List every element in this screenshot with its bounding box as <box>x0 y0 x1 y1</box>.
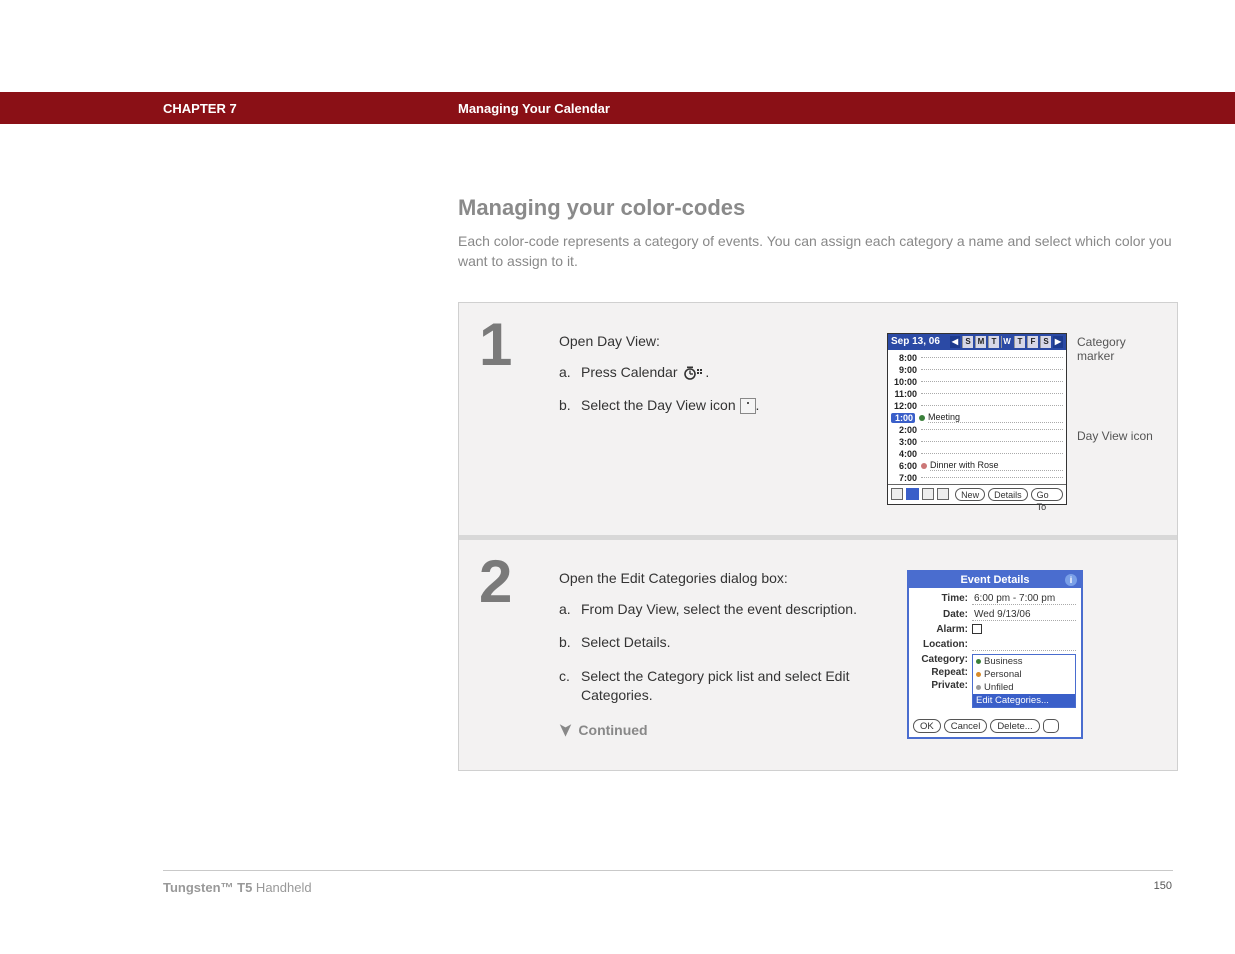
day-cell-s2: S <box>1040 336 1051 348</box>
day-cell-t2: T <box>1014 336 1025 348</box>
pick-option-unfiled: Unfiled <box>973 681 1075 694</box>
day-cell-w: W <box>1001 336 1012 348</box>
callout-dayview-icon: Day View icon <box>1077 429 1153 443</box>
category-marker-icon <box>919 415 925 421</box>
event-details-buttons: OK Cancel Delete... <box>909 715 1081 737</box>
category-marker-icon <box>921 463 927 469</box>
step-1-item-a: a. Press Calendar <box>559 363 869 383</box>
pick-option-business: Business <box>973 655 1075 668</box>
step-number: 2 <box>479 555 539 609</box>
pick-option-personal: Personal <box>973 668 1075 681</box>
ok-button: OK <box>913 719 941 733</box>
step-2-text: Open the Edit Categories dialog box: a.F… <box>559 570 869 740</box>
step-number-cell: 1 <box>459 303 559 535</box>
header-title: Managing Your Calendar <box>458 101 610 116</box>
day-view-toolbar-icon <box>906 488 918 500</box>
step-2: 2 Open the Edit Categories dialog box: a… <box>459 535 1177 770</box>
step-2-intro: Open the Edit Categories dialog box: <box>559 570 869 586</box>
alarm-checkbox <box>972 624 982 634</box>
cancel-button: Cancel <box>944 719 988 733</box>
step-number-cell: 2 <box>459 540 559 770</box>
event-meeting: Meeting <box>928 412 1063 423</box>
event-details-screenshot-column: Event Details i Time:6:00 pm - 7:00 pm D… <box>887 570 1157 740</box>
day-view-screen: Sep 13, 06 ◀ S M T W T F S ▶ <box>887 333 1067 505</box>
day-cell-s: S <box>962 336 973 348</box>
step-2-item-a: a.From Day View, select the event descri… <box>559 600 869 620</box>
callout-category-marker: Category marker <box>1077 335 1157 364</box>
step-number: 1 <box>479 318 539 372</box>
continued-label: Continued <box>578 722 647 738</box>
event-dinner: Dinner with Rose <box>930 460 1063 471</box>
continued-arrow-icon: ➤ <box>556 723 576 736</box>
continued-row: ➤ Continued <box>559 720 869 740</box>
location-value <box>972 638 1076 651</box>
calendar-icon <box>683 366 703 380</box>
month-view-icon <box>937 488 949 500</box>
day-cell-t: T <box>988 336 999 348</box>
agenda-view-icon <box>891 488 903 500</box>
event-details-titlebar: Event Details i <box>909 572 1081 588</box>
step-2-item-b: b.Select Details. <box>559 633 869 653</box>
category-picklist: Business Personal Unfiled Edit Categorie… <box>972 654 1076 708</box>
next-arrow-icon: ▶ <box>1053 336 1063 348</box>
chapter-label: CHAPTER 7 <box>163 101 237 116</box>
step-1-intro: Open Day View: <box>559 333 869 349</box>
prev-arrow-icon: ◀ <box>950 336 960 348</box>
steps-container: 1 Open Day View: a. Press Calendar <box>458 302 1178 771</box>
goto-button: Go To <box>1031 488 1063 501</box>
pick-option-edit-categories: Edit Categories... <box>973 694 1075 707</box>
note-button-icon <box>1043 719 1059 733</box>
info-icon: i <box>1065 574 1077 586</box>
footer-rule <box>163 870 1173 871</box>
footer-product: Tungsten™ T5 Handheld <box>163 880 312 895</box>
day-view-toolbar: New Details Go To <box>888 484 1066 504</box>
section-title: Managing your color-codes <box>458 195 1178 221</box>
day-view-titlebar: Sep 13, 06 ◀ S M T W T F S ▶ <box>888 334 1066 350</box>
day-view-rows: 8:00 9:00 10:00 11:00 12:00 1:00Meeting … <box>888 350 1066 484</box>
footer-page-number: 150 <box>1154 880 1172 892</box>
event-details-dialog: Event Details i Time:6:00 pm - 7:00 pm D… <box>907 570 1083 739</box>
section-description: Each color-code represents a category of… <box>458 231 1178 272</box>
delete-button: Delete... <box>990 719 1039 733</box>
day-view-icon <box>740 398 756 414</box>
main-content: Managing your color-codes Each color-cod… <box>458 195 1178 771</box>
day-view-date: Sep 13, 06 <box>891 336 940 347</box>
time-value: 6:00 pm - 7:00 pm <box>972 592 1076 605</box>
chapter-header: CHAPTER 7 Managing Your Calendar <box>0 92 1235 124</box>
day-cell-f: F <box>1027 336 1038 348</box>
step-1-item-b: b. Select the Day View icon . <box>559 396 869 416</box>
details-button: Details <box>988 488 1028 501</box>
week-view-icon <box>922 488 934 500</box>
step-2-item-c: c.Select the Category pick list and sele… <box>559 667 869 706</box>
date-value: Wed 9/13/06 <box>972 608 1076 621</box>
dayview-screenshot-column: Sep 13, 06 ◀ S M T W T F S ▶ <box>887 333 1157 505</box>
new-button: New <box>955 488 985 501</box>
day-cell-m: M <box>975 336 986 348</box>
step-1: 1 Open Day View: a. Press Calendar <box>459 303 1177 535</box>
step-1-text: Open Day View: a. Press Calendar <box>559 333 869 505</box>
